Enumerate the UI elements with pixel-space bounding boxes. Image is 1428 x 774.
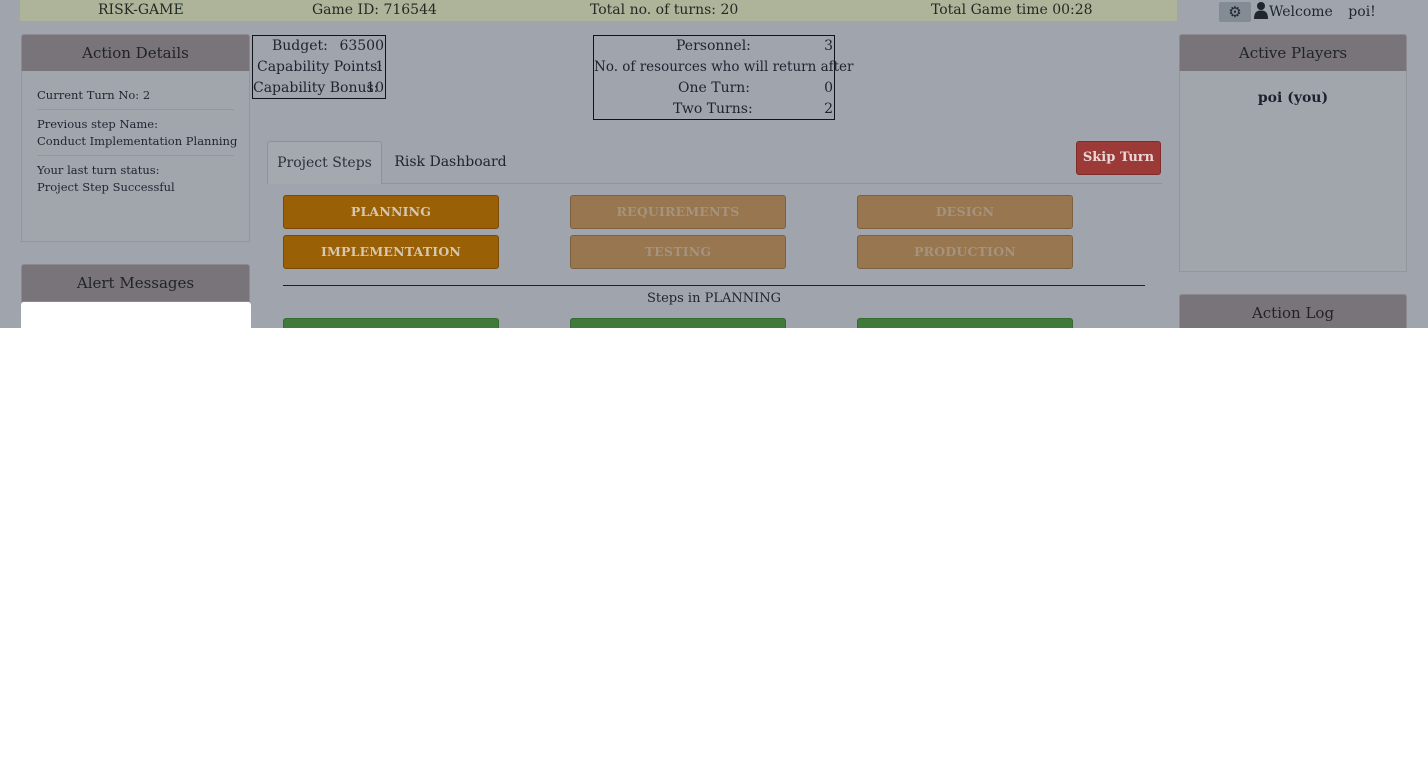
tab-risk-dashboard[interactable]: Risk Dashboard [388, 141, 513, 184]
gear-icon: ⚙ [1228, 3, 1242, 21]
budget-label: Budget: [272, 38, 328, 54]
resources-box: Budget: 63500 Capability Points: 1 Capab… [252, 35, 386, 99]
capability-bonus-value: 10 [366, 80, 384, 96]
capability-points-label: Capability Points: [257, 59, 383, 75]
steps-title: Steps in PLANNING [646, 291, 782, 306]
top-status-bar: RISK-GAME Game ID: 716544 Total no. of t… [20, 0, 1177, 21]
step-button[interactable] [283, 318, 499, 328]
active-players-body: poi (you) [1179, 71, 1407, 272]
divider [37, 155, 234, 156]
previous-step-value: Conduct Implementation Planning [37, 134, 238, 148]
total-turns: Total no. of turns: 20 [590, 2, 739, 18]
return-header: No. of resources who will return after [594, 59, 854, 75]
game-id: Game ID: 716544 [312, 2, 437, 18]
last-status-value: Project Step Successful [37, 180, 175, 194]
player-name: poi (you) [1257, 90, 1329, 106]
action-details-body: Current Turn No: 2 Previous step Name: C… [21, 71, 250, 242]
phase-implementation-button[interactable]: IMPLEMENTATION [283, 235, 499, 269]
step-button[interactable] [570, 318, 786, 328]
step-button[interactable] [857, 318, 1073, 328]
phase-design-button[interactable]: DESIGN [857, 195, 1073, 229]
tab-project-steps[interactable]: Project Steps [267, 141, 382, 184]
one-turn-label: One Turn: [678, 80, 751, 96]
phase-testing-button[interactable]: TESTING [570, 235, 786, 269]
action-details-header: Action Details [21, 34, 250, 72]
alert-messages-body [21, 302, 251, 328]
welcome-message: Welcome poi! [1269, 4, 1376, 20]
current-turn: Current Turn No: 2 [37, 88, 151, 102]
game-time: Total Game time 00:28 [931, 2, 1093, 18]
capability-points-value: 1 [375, 59, 384, 75]
personnel-value: 3 [824, 38, 833, 54]
game-screen: RISK-GAME Game ID: 716544 Total no. of t… [0, 0, 1428, 328]
active-players-header: Active Players [1179, 34, 1407, 72]
app-name: RISK-GAME [98, 2, 184, 18]
phase-production-button[interactable]: PRODUCTION [857, 235, 1073, 269]
budget-value: 63500 [339, 38, 384, 54]
skip-turn-button[interactable]: Skip Turn [1076, 141, 1161, 175]
action-log-header: Action Log [1179, 294, 1407, 328]
user-name[interactable]: poi! [1348, 4, 1376, 20]
two-turns-value: 2 [824, 101, 833, 117]
previous-step-label: Previous step Name: [37, 117, 158, 131]
settings-button[interactable]: ⚙ [1219, 2, 1251, 22]
capability-bonus-label: Capability Bonus: [253, 80, 379, 96]
one-turn-value: 0 [824, 80, 833, 96]
phase-requirements-button[interactable]: REQUIREMENTS [570, 195, 786, 229]
two-turns-label: Two Turns: [673, 101, 753, 117]
divider [37, 109, 234, 110]
phase-planning-button[interactable]: PLANNING [283, 195, 499, 229]
personnel-label: Personnel: [676, 38, 751, 54]
user-icon [1254, 2, 1268, 19]
personnel-box: Personnel: 3 No. of resources who will r… [593, 35, 854, 120]
steps-divider [283, 285, 1145, 286]
alert-messages-header: Alert Messages [21, 264, 250, 302]
welcome-label: Welcome [1269, 4, 1333, 20]
last-status-label: Your last turn status: [37, 163, 160, 177]
